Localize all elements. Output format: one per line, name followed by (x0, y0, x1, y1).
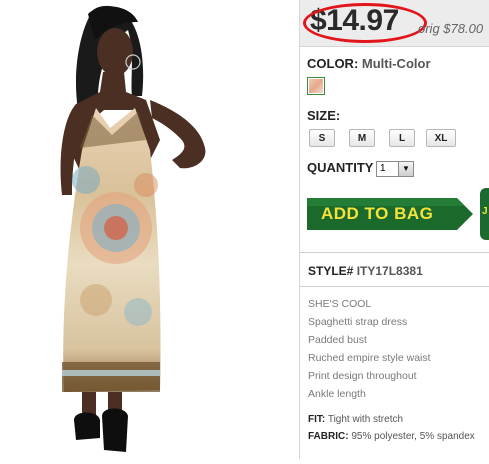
quantity-value: 1 (380, 163, 386, 174)
size-option-xl[interactable]: XL (426, 129, 456, 147)
color-row: COLOR: Multi-Color (307, 56, 431, 71)
size-option-s[interactable]: S (309, 129, 335, 147)
original-price: orig $78.00 (418, 21, 484, 36)
feature-item: Ankle length (308, 388, 366, 400)
price-bar: $14.97 orig $78.00 (300, 0, 489, 47)
add-to-bag-button[interactable]: ADD TO BAG (307, 198, 473, 230)
section-divider (300, 286, 489, 287)
price-highlight-circle (303, 3, 427, 43)
section-divider (300, 252, 489, 253)
fit-label: FIT: (308, 414, 326, 425)
fit-row: FIT: Tight with stretch (308, 414, 403, 425)
feature-item: SHE'S COOL (308, 298, 372, 310)
feature-item: Padded bust (308, 334, 367, 346)
product-detail-panel: $14.97 orig $78.00 COLOR: Multi-Color SI… (299, 0, 489, 459)
fabric-value: 95% polyester, 5% spandex (351, 431, 475, 442)
side-tab[interactable]: J (480, 188, 489, 240)
quantity-select[interactable]: 1 ▼ (376, 161, 414, 177)
product-image (0, 0, 296, 459)
fabric-label: FABRIC: (308, 431, 349, 442)
color-swatch[interactable] (307, 77, 325, 95)
color-value: Multi-Color (361, 56, 431, 71)
style-label: STYLE# (308, 264, 354, 278)
model-illustration (60, 5, 206, 452)
style-number: ITY17L8381 (356, 264, 423, 278)
side-tab-letter: J (482, 206, 488, 217)
feature-item: Ruched empire style waist (308, 352, 431, 364)
fabric-row: FABRIC: 95% polyester, 5% spandex (308, 431, 475, 442)
size-option-l[interactable]: L (389, 129, 415, 147)
fit-value: Tight with stretch (327, 414, 404, 425)
quantity-label: QUANTITY (307, 160, 374, 175)
size-label: SIZE: (307, 108, 341, 123)
size-option-m[interactable]: M (349, 129, 375, 147)
add-to-bag-label: ADD TO BAG (321, 204, 434, 223)
feature-item: Print design throughout (308, 370, 417, 382)
style-row: STYLE# ITY17L8381 (308, 264, 423, 278)
feature-item: Spaghetti strap dress (308, 316, 408, 328)
chevron-down-icon[interactable]: ▼ (398, 162, 413, 176)
color-label: COLOR: (307, 56, 359, 71)
